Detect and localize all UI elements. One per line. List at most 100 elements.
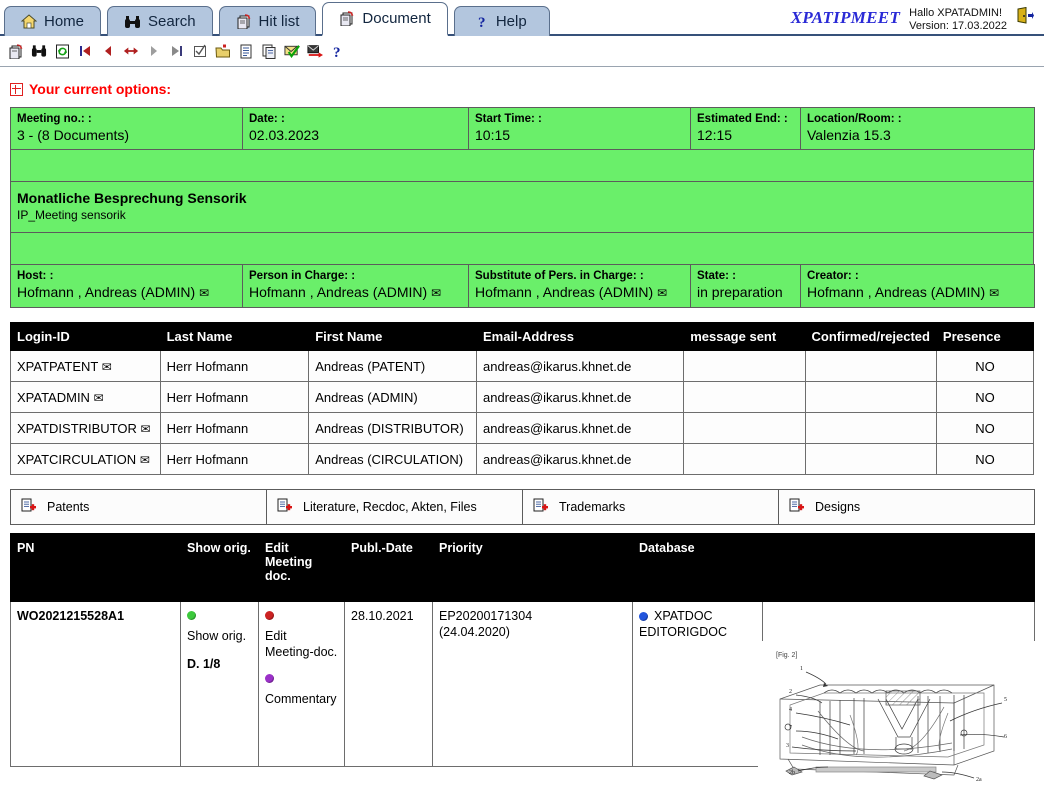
callout-2a: 2a bbox=[976, 777, 982, 783]
meeting-title-table: Monatliche Besprechung Sensorik IP_Meeti… bbox=[10, 181, 1034, 233]
question-mark-icon[interactable]: ? bbox=[330, 43, 346, 59]
participant-presence: NO bbox=[935, 350, 1035, 382]
mail-forward-icon[interactable] bbox=[307, 43, 323, 59]
current-options-bar[interactable]: Your current options: bbox=[0, 67, 1044, 107]
start-time-value: 10:15 bbox=[475, 127, 511, 143]
substitute-cell: Substitute of Pers. in Charge: : Hofmann… bbox=[468, 264, 691, 308]
database-main-line: XPATDOC bbox=[639, 608, 756, 624]
commentary-link[interactable]: Commentary bbox=[265, 691, 338, 707]
location-label: Location/Room: : bbox=[807, 113, 902, 125]
first-record-icon[interactable] bbox=[77, 43, 93, 59]
participant-email: andreas@ikarus.khnet.de bbox=[475, 381, 685, 413]
doc-tab-designs-label: Designs bbox=[815, 500, 861, 514]
mail-icon[interactable]: ✉ bbox=[102, 360, 112, 374]
state-cell: State: : in preparation bbox=[690, 264, 801, 308]
document-database-cell: XPATDOC EDITORIGDOC bbox=[632, 601, 763, 767]
doc-tab-literature[interactable]: Literature, Recdoc, Akten, Files bbox=[266, 489, 523, 525]
col-pn: PN bbox=[10, 533, 181, 602]
document-pn-cell[interactable]: WO2021215528A1 bbox=[10, 601, 181, 767]
tab-document[interactable]: Document bbox=[322, 2, 448, 36]
show-orig-link[interactable]: Show orig. bbox=[187, 628, 252, 644]
mail-icon[interactable]: ✉ bbox=[989, 286, 999, 300]
add-document-icon bbox=[533, 498, 549, 516]
location-value: Valenzia 15.3 bbox=[807, 127, 891, 143]
tab-search[interactable]: Search bbox=[107, 6, 213, 36]
doc-tab-designs[interactable]: Designs bbox=[778, 489, 1035, 525]
participant-confirmed bbox=[804, 350, 937, 382]
col-preview bbox=[762, 533, 1035, 602]
patent-drawing-preview[interactable]: [Fig. 2] 1 2 4 7 3 2b 5 6 2a bbox=[758, 641, 1044, 794]
tab-home[interactable]: Home bbox=[4, 6, 102, 36]
callout-2: 2 bbox=[789, 689, 792, 695]
participant-first-name: Andreas (CIRCULATION) bbox=[308, 443, 477, 475]
checkbox-icon[interactable] bbox=[192, 43, 208, 59]
participant-last-name: Herr Hofmann bbox=[159, 381, 310, 413]
participant-last-name: Herr Hofmann bbox=[159, 412, 310, 444]
mail-icon[interactable]: ✉ bbox=[94, 391, 104, 405]
next-record-icon[interactable] bbox=[146, 43, 162, 59]
expand-arrows-icon[interactable] bbox=[123, 43, 139, 59]
exit-door-icon[interactable] bbox=[1016, 6, 1034, 27]
meeting-no-cell: Meeting no.: : 3 - (8 Documents) bbox=[10, 107, 243, 150]
doc-tab-literature-label: Literature, Recdoc, Akten, Files bbox=[303, 500, 477, 514]
previous-record-icon[interactable] bbox=[100, 43, 116, 59]
col-confirmed-rejected: Confirmed/rejected bbox=[804, 322, 937, 351]
col-publ-date: Publ.-Date bbox=[344, 533, 433, 602]
tab-hit-list[interactable]: Hit list bbox=[218, 6, 317, 36]
database-main[interactable]: XPATDOC bbox=[654, 608, 713, 624]
binoculars-icon[interactable] bbox=[31, 43, 47, 59]
doc-tab-trademarks[interactable]: Trademarks bbox=[522, 489, 779, 525]
last-record-icon[interactable] bbox=[169, 43, 185, 59]
app-brand-name: XPATIPMEET bbox=[790, 8, 901, 27]
host-value: Hofmann , Andreas (ADMIN) ✉ bbox=[17, 284, 210, 300]
start-time-label: Start Time: : bbox=[475, 113, 542, 125]
participant-login: XPATDISTRIBUTOR ✉ bbox=[10, 412, 161, 444]
mail-icon[interactable]: ✉ bbox=[199, 286, 209, 300]
mail-icon[interactable]: ✉ bbox=[141, 422, 151, 436]
participant-last-name: Herr Hofmann bbox=[159, 443, 310, 475]
mail-icon[interactable]: ✉ bbox=[431, 286, 441, 300]
meeting-spacer-table-2 bbox=[10, 232, 1034, 265]
meeting-spacer-table-1 bbox=[10, 149, 1034, 182]
mail-check-icon[interactable] bbox=[284, 43, 300, 59]
home-icon bbox=[21, 14, 37, 29]
person-in-charge-cell: Person in Charge: : Hofmann , Andreas (A… bbox=[242, 264, 469, 308]
doc-tab-patents[interactable]: Patents bbox=[10, 489, 267, 525]
mail-icon[interactable]: ✉ bbox=[657, 286, 667, 300]
meeting-info-row-1: Meeting no.: : 3 - (8 Documents) Date: :… bbox=[10, 107, 1035, 150]
open-folder-icon[interactable] bbox=[215, 43, 231, 59]
meeting-date-value: 02.03.2023 bbox=[249, 127, 320, 143]
document-type-tabs-row: Patents Literature, Recdoc, Akten, Files… bbox=[10, 489, 1035, 525]
participant-message-sent bbox=[683, 443, 806, 475]
table-row: XPATADMIN ✉ Herr Hofmann Andreas (ADMIN)… bbox=[10, 381, 1035, 413]
document-priority-cell: EP20200171304 (24.04.2020) bbox=[432, 601, 633, 767]
refresh-document-icon[interactable] bbox=[54, 43, 70, 59]
col-edit-meeting-doc: Edit Meeting doc. bbox=[258, 533, 345, 602]
copy-icon[interactable] bbox=[261, 43, 277, 59]
meeting-estimated-end-cell: Estimated End: : 12:15 bbox=[690, 107, 801, 150]
participant-last-name: Herr Hofmann bbox=[159, 350, 310, 382]
svg-text:?: ? bbox=[478, 15, 486, 29]
green-status-dot-icon bbox=[187, 611, 196, 620]
edit-meeting-doc-link[interactable]: Edit Meeting-doc. bbox=[265, 628, 338, 660]
document-refresh-icon[interactable] bbox=[8, 43, 24, 59]
participant-message-sent bbox=[683, 350, 806, 382]
participant-confirmed bbox=[804, 443, 937, 475]
top-tab-bar: Home Search Hit list Document ? Help XPA… bbox=[0, 0, 1044, 36]
mail-icon[interactable]: ✉ bbox=[140, 453, 150, 467]
callout-2b: 2b bbox=[789, 770, 795, 776]
database-sub[interactable]: EDITORIGDOC bbox=[639, 624, 756, 640]
meeting-info-table: Meeting no.: : 3 - (8 Documents) Date: :… bbox=[10, 107, 1035, 150]
page-icon[interactable] bbox=[238, 43, 254, 59]
creator-label: Creator: : bbox=[807, 270, 859, 282]
tab-help[interactable]: ? Help bbox=[453, 6, 550, 36]
priority-number: EP20200171304 bbox=[439, 609, 533, 623]
expand-plus-icon[interactable] bbox=[10, 82, 23, 96]
participant-message-sent bbox=[683, 412, 806, 444]
document-publ-date-cell: 28.10.2021 bbox=[344, 601, 433, 767]
participants-header-row: Login-ID Last Name First Name Email-Addr… bbox=[10, 322, 1035, 351]
callout-7: 7 bbox=[789, 725, 792, 731]
add-document-icon bbox=[277, 498, 293, 516]
doc-tab-patents-label: Patents bbox=[47, 500, 90, 514]
documents-header-row: PN Show orig. Edit Meeting doc. Publ.-Da… bbox=[10, 533, 1035, 602]
